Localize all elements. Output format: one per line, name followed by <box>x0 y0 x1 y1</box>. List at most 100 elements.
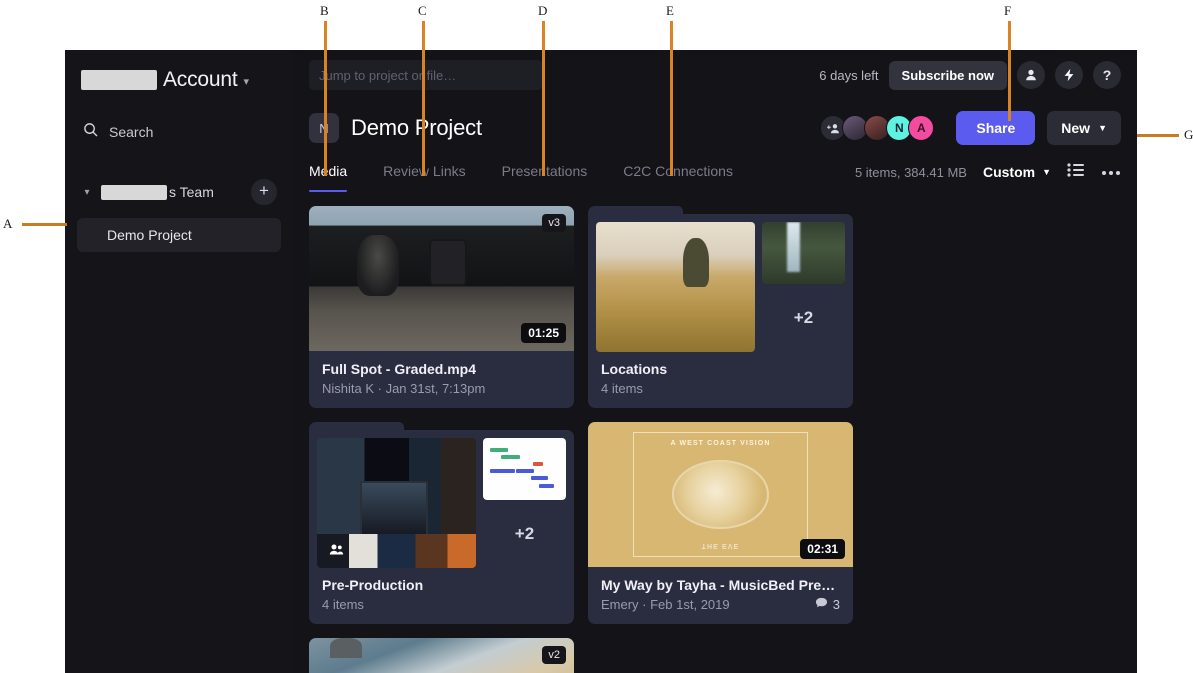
help-icon[interactable]: ? <box>1093 61 1121 89</box>
folder-thumbnail-small <box>483 438 566 500</box>
folder-thumbnail-side: +2 <box>483 438 566 568</box>
global-search-input[interactable]: Jump to project or file… <box>309 60 543 90</box>
app-window: Account ▾ Search ▾ s Team + <box>65 50 1137 673</box>
album-art-frame: A WEST COAST VISION THE EVE <box>633 432 808 557</box>
card-body: My Way by Tayha - MusicBed Pre… Emery · … <box>588 567 853 624</box>
folder-tab-shape <box>309 422 404 434</box>
annotation-label-a: A <box>3 216 12 232</box>
card-title: Pre-Production <box>322 577 561 593</box>
items-summary: 5 items, 384.41 MB <box>855 165 967 180</box>
card-meta-text: Nishita K · Jan 31st, 7:13pm <box>322 381 485 396</box>
media-card[interactable]: v3 01:25 Full Spot - Graded.mp4 Nishita … <box>309 206 574 408</box>
sort-label: Custom <box>983 164 1035 180</box>
more-horizontal-icon[interactable] <box>1101 163 1121 181</box>
rose-illustration <box>672 460 769 529</box>
annotation-line-a <box>22 223 67 226</box>
sidebar: Account ▾ Search ▾ s Team + <box>65 50 293 673</box>
collaborator-avatars: N A <box>820 115 934 141</box>
help-glyph: ? <box>1103 67 1112 83</box>
sort-dropdown[interactable]: Custom ▼ <box>983 164 1051 180</box>
folder-tab-shape <box>588 206 683 218</box>
card-meta-text: 4 items <box>322 597 364 612</box>
thumbnail-art <box>762 222 845 284</box>
media-card[interactable]: v2 00:53 60 Second Cut.mp4 Nishita K · J… <box>309 638 574 673</box>
folder-inner: +2 Locations 4 items <box>588 214 853 408</box>
folder-card[interactable]: +2 Locations 4 items <box>588 206 853 408</box>
annotation-line-e <box>670 21 673 176</box>
page-title: Demo Project <box>351 115 482 141</box>
chevron-down-icon[interactable]: ▾ <box>81 187 93 198</box>
top-bar-right: 6 days left Subscribe now ? <box>819 61 1121 90</box>
folder-more-count: +2 <box>483 500 566 568</box>
annotation-label-e: E <box>666 3 674 19</box>
tab-media[interactable]: Media <box>309 163 347 190</box>
chevron-down-icon: ▾ <box>243 77 249 88</box>
share-button[interactable]: Share <box>956 111 1035 145</box>
card-subtitle: Nishita K · Jan 31st, 7:13pm <box>322 381 561 396</box>
media-grid: v3 01:25 Full Spot - Graded.mp4 Nishita … <box>293 196 1137 673</box>
search-icon <box>83 122 98 142</box>
chevron-down-icon: ▼ <box>1098 123 1107 133</box>
thumbnail[interactable]: A WEST COAST VISION THE EVE 02:31 <box>588 422 853 567</box>
team-row[interactable]: ▾ s Team + <box>77 174 281 210</box>
folder-thumbnail-main <box>317 438 476 568</box>
list-view-icon[interactable] <box>1067 163 1085 182</box>
folder-card[interactable]: +2 Pre-Production 4 items <box>309 422 574 624</box>
thumbnail[interactable]: v2 00:53 <box>309 638 574 673</box>
sidebar-search[interactable]: Search <box>77 112 281 152</box>
thumbnail-art <box>483 438 566 500</box>
annotation-line-g <box>1137 134 1179 137</box>
team-name-redacted <box>101 185 167 200</box>
account-label: Account <box>163 68 237 92</box>
main-panel: Jump to project or file… 6 days left Sub… <box>293 50 1137 673</box>
lightning-icon[interactable] <box>1055 61 1083 89</box>
comment-icon <box>815 597 828 612</box>
folder-thumbnail-main <box>596 222 755 352</box>
card-body: Pre-Production 4 items <box>317 568 566 616</box>
subscribe-button[interactable]: Subscribe now <box>889 61 1007 90</box>
annotation-label-b: B <box>320 3 329 19</box>
annotation-label-c: C <box>418 3 427 19</box>
folder-thumbnails: +2 <box>317 438 566 568</box>
thumbnail-art <box>309 638 574 673</box>
trial-status-text: 6 days left <box>819 68 878 83</box>
global-search-placeholder: Jump to project or file… <box>319 68 456 83</box>
add-project-button[interactable]: + <box>251 179 277 205</box>
sidebar-item-demo-project[interactable]: Demo Project <box>77 218 281 252</box>
folder-inner: +2 Pre-Production 4 items <box>309 430 574 624</box>
album-bottom-text: THE EVE <box>634 542 807 549</box>
card-title: My Way by Tayha - MusicBed Pre… <box>601 577 840 593</box>
annotation-line-d <box>542 21 545 176</box>
media-card[interactable]: A WEST COAST VISION THE EVE 02:31 My Way… <box>588 422 853 624</box>
folder-more-count: +2 <box>762 284 845 352</box>
annotation-label-g: G <box>1184 127 1193 143</box>
annotation-line-f <box>1008 21 1011 121</box>
card-title: Full Spot - Graded.mp4 <box>322 361 561 377</box>
card-subtitle: 4 items <box>601 381 840 396</box>
project-header-actions: N A Share New ▼ <box>820 111 1121 145</box>
sidebar-project-label: Demo Project <box>107 227 192 243</box>
annotation-line-c <box>422 21 425 176</box>
thumbnail[interactable]: v3 01:25 <box>309 206 574 351</box>
team-name-label: s Team <box>169 184 214 200</box>
avatar[interactable]: A <box>908 115 934 141</box>
team-name: s Team <box>101 184 243 200</box>
card-meta-text: 4 items <box>601 381 643 396</box>
annotation-label-f: F <box>1004 3 1011 19</box>
account-switcher[interactable]: Account ▾ <box>77 56 281 104</box>
sidebar-search-label: Search <box>109 124 153 140</box>
card-body: Locations 4 items <box>596 352 845 400</box>
card-title: Locations <box>601 361 840 377</box>
screenshot-root: Account ▾ Search ▾ s Team + <box>0 0 1193 673</box>
card-body: Full Spot - Graded.mp4 Nishita K · Jan 3… <box>309 351 574 408</box>
duration-badge: 02:31 <box>800 539 845 559</box>
person-icon[interactable] <box>1017 61 1045 89</box>
new-button[interactable]: New ▼ <box>1047 111 1121 145</box>
album-top-text: A WEST COAST VISION <box>634 440 807 447</box>
account-name-redacted <box>81 70 157 90</box>
card-subtitle: 4 items <box>322 597 561 612</box>
folder-thumbnails: +2 <box>596 222 845 352</box>
tab-c2c-connections[interactable]: C2C Connections <box>623 163 733 190</box>
card-subtitle: Emery · Feb 1st, 2019 3 <box>601 597 840 612</box>
duration-badge: 01:25 <box>521 323 566 343</box>
